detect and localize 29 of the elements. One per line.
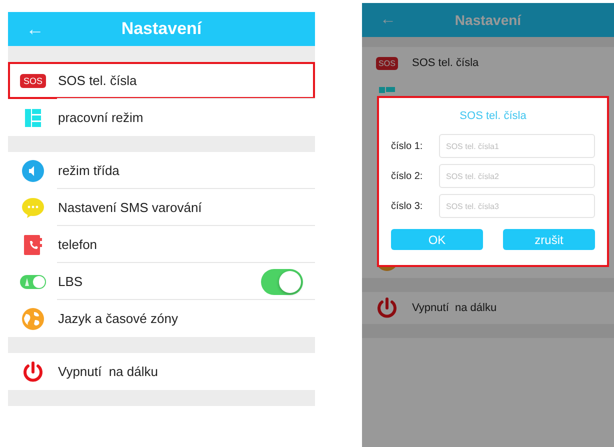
chat-icon [22, 198, 44, 218]
row-label: SOS tel. čísla [412, 57, 479, 69]
phone-input[interactable]: SOS tel. čísla3 [439, 194, 595, 218]
sos-badge: SOS [376, 56, 398, 70]
row-label: pracovní režim [58, 110, 144, 125]
field-label: číslo 1: [391, 140, 424, 152]
speaker-icon [22, 160, 44, 182]
phonebook-icon [24, 234, 42, 254]
toggle-icon [20, 274, 46, 288]
toggle-switch[interactable] [261, 268, 303, 294]
row-label: LBS [58, 274, 83, 289]
field-label: číslo 2: [391, 170, 424, 182]
row-label: režim třída [58, 163, 120, 178]
row-label: Vypnutí na dálku [58, 364, 158, 379]
row-label: Nastavení SMS varování [58, 200, 202, 215]
dialog-title: SOS tel. čísla [460, 110, 526, 122]
screen-title: Nastavení [121, 19, 202, 39]
field-label: číslo 3: [391, 200, 424, 212]
row-label: telefon [58, 237, 98, 252]
row-label: Jazyk a časové zóny [58, 311, 178, 326]
power-icon [376, 297, 398, 319]
power-icon [22, 360, 44, 382]
phone-input[interactable]: SOS tel. čísla1 [439, 134, 595, 158]
row-label: Vypnutí na dálku [412, 302, 497, 314]
row-label: SOS tel. čísla [58, 73, 137, 88]
phone-input[interactable]: SOS tel. čísla2 [439, 164, 595, 188]
settings-row[interactable]: SOS SOS tel. čísla [8, 62, 315, 99]
sos-badge: SOS [20, 74, 46, 88]
screen-title: Nastavení [454, 12, 522, 28]
